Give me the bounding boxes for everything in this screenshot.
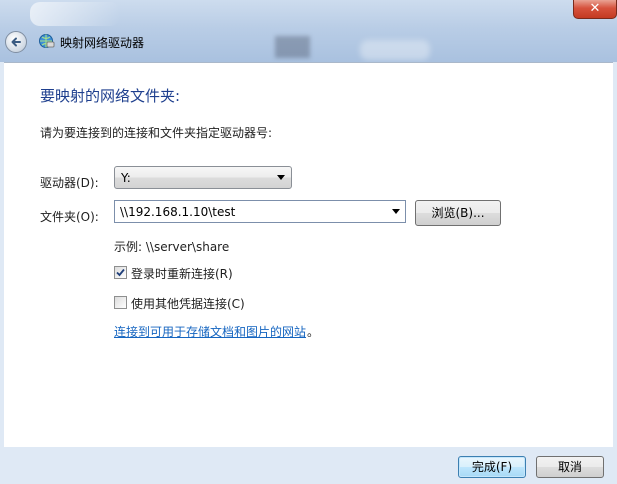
background-blur: [30, 2, 120, 26]
window-title-bar: ✕ 映射网络驱动器: [0, 0, 617, 62]
link-suffix: 。: [307, 325, 320, 339]
page-heading: 要映射的网络文件夹:: [40, 87, 181, 105]
back-arrow-icon: [11, 37, 21, 47]
reconnect-checkbox[interactable]: [114, 266, 127, 279]
window-title: 映射网络驱动器: [60, 36, 145, 50]
credentials-label[interactable]: 使用其他凭据连接(C): [131, 295, 245, 312]
instruction-text: 请为要连接到的连接和文件夹指定驱动器号:: [40, 126, 273, 140]
folder-combobox[interactable]: [114, 200, 406, 223]
chevron-down-icon[interactable]: [392, 209, 400, 214]
network-drive-icon: [39, 34, 55, 48]
browse-button[interactable]: 浏览(B)...: [415, 200, 501, 226]
example-text: 示例: \\server\share: [114, 240, 230, 254]
drive-label: 驱动器(D):: [40, 176, 99, 190]
folder-input[interactable]: [115, 201, 390, 222]
background-blur: [275, 36, 310, 58]
finish-button[interactable]: 完成(F): [458, 456, 526, 478]
back-button[interactable]: [5, 31, 27, 53]
checkmark-icon: [116, 268, 125, 277]
close-button[interactable]: ✕: [573, 0, 617, 19]
cancel-button[interactable]: 取消: [536, 456, 604, 478]
drive-letter-value: Y:: [121, 171, 131, 185]
background-blur: [360, 40, 430, 60]
storage-website-link[interactable]: 连接到可用于存储文档和图片的网站: [114, 323, 306, 340]
reconnect-label[interactable]: 登录时重新连接(R): [131, 265, 233, 282]
dialog-content: 要映射的网络文件夹: 请为要连接到的连接和文件夹指定驱动器号: 驱动器(D): …: [4, 62, 613, 447]
credentials-checkbox[interactable]: [114, 296, 127, 309]
drive-letter-select[interactable]: Y:: [114, 166, 292, 189]
chevron-down-icon: [277, 175, 285, 180]
folder-label: 文件夹(O):: [40, 210, 99, 224]
